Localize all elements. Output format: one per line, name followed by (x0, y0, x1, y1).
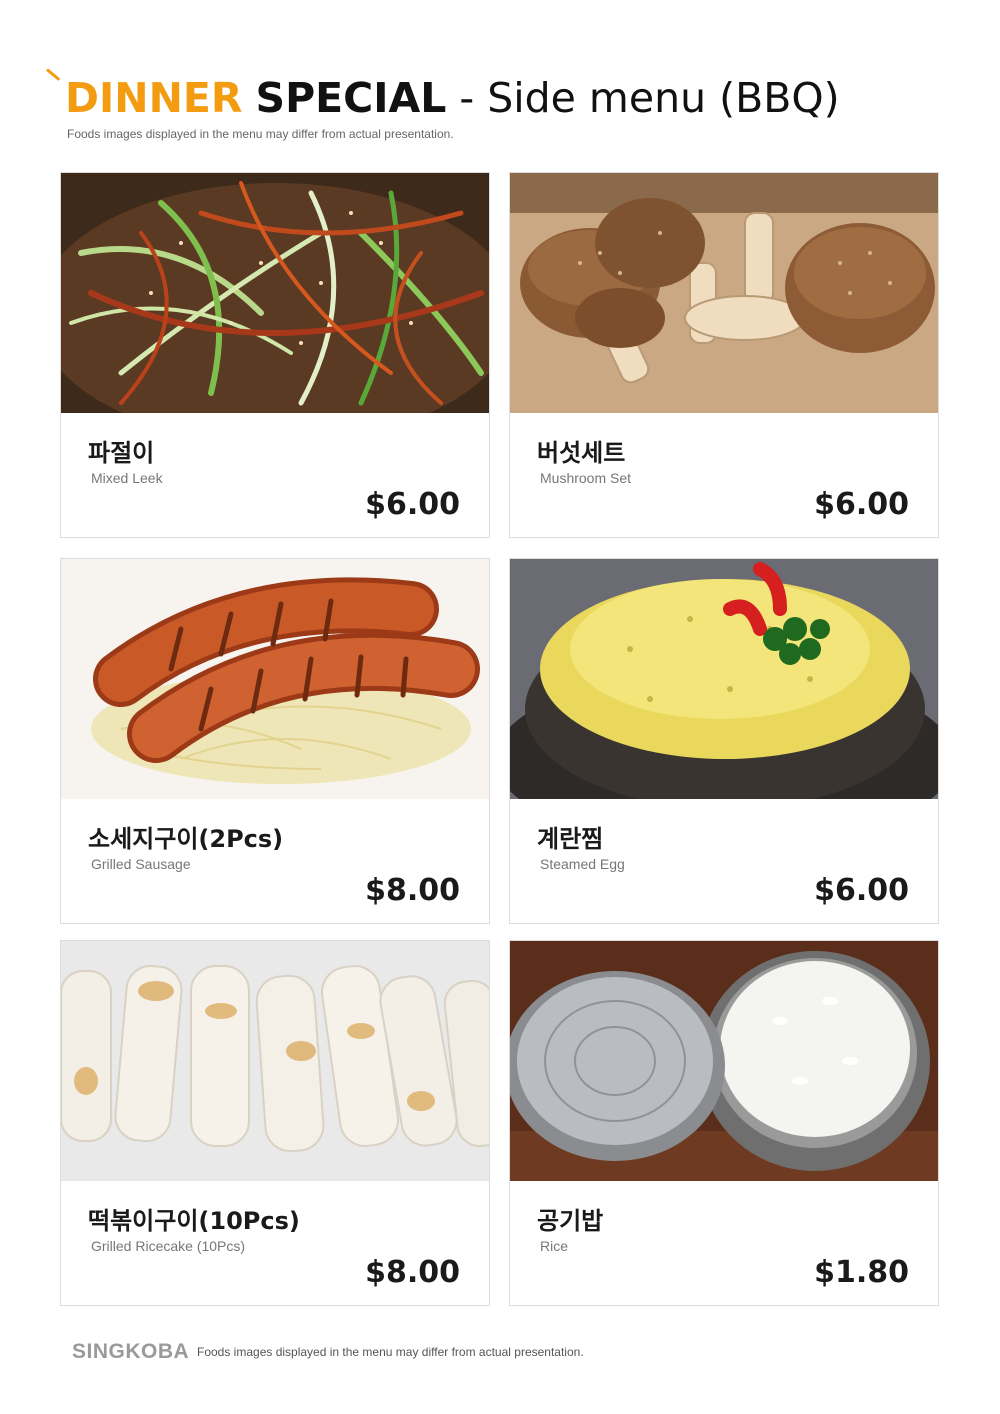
item-price: $8.00 (365, 873, 460, 908)
page-title: DINNER SPECIAL - Side menu (BBQ) (65, 72, 840, 124)
item-name-english: Grilled Sausage (91, 856, 191, 872)
footer-disclaimer: Foods images displayed in the menu may d… (197, 1345, 584, 1359)
item-name-english: Rice (540, 1238, 569, 1254)
accent-tick (46, 68, 61, 81)
item-name-english: Steamed Egg (540, 856, 625, 872)
item-name-english: Mushroom Set (540, 470, 632, 486)
item-name-english: Mixed Leek (91, 470, 163, 486)
title-dinner: DINNER (65, 74, 243, 122)
item-name-korean: 계란찜 (537, 825, 604, 853)
sausages-image (61, 559, 489, 799)
item-price: $6.00 (814, 487, 909, 522)
menu-card-rice[interactable]: 공기밥 Rice $1.80 (509, 940, 939, 1306)
leek-salad-image (61, 173, 489, 413)
item-name-korean: 소세지구이(2Pcs) (88, 825, 284, 853)
item-name-korean: 버섯세트 (537, 439, 626, 467)
menu-card-grilled-sausage[interactable]: 소세지구이(2Pcs) Grilled Sausage $8.00 (60, 558, 490, 924)
title-side-menu: - Side menu (BBQ) (459, 74, 840, 122)
rice-bowl-image (510, 941, 938, 1181)
title-special: SPECIAL (255, 74, 447, 122)
item-name-korean: 파절이 (88, 439, 155, 467)
menu-card-steamed-egg[interactable]: 계란찜 Steamed Egg $6.00 (509, 558, 939, 924)
rice-cakes-image (61, 941, 489, 1181)
item-price: $1.80 (814, 1255, 909, 1290)
item-price: $8.00 (365, 1255, 460, 1290)
item-name-korean: 떡볶이구이(10Pcs) (88, 1207, 300, 1235)
mushrooms-image (510, 173, 938, 413)
menu-card-mixed-leek[interactable]: 파절이 Mixed Leek $6.00 (60, 172, 490, 538)
brand-logo-text: SINGKOBA (72, 1340, 190, 1363)
menu-card-grilled-ricecake[interactable]: 떡볶이구이(10Pcs) Grilled Ricecake (10Pcs) $8… (60, 940, 490, 1306)
item-name-korean: 공기밥 (537, 1207, 604, 1235)
item-price: $6.00 (365, 487, 460, 522)
item-price: $6.00 (814, 873, 909, 908)
disclaimer-subtitle: Foods images displayed in the menu may d… (67, 127, 454, 141)
item-name-english: Grilled Ricecake (10Pcs) (91, 1238, 246, 1254)
menu-card-mushroom-set[interactable]: 버섯세트 Mushroom Set $6.00 (509, 172, 939, 538)
steamed-egg-image (510, 559, 938, 799)
